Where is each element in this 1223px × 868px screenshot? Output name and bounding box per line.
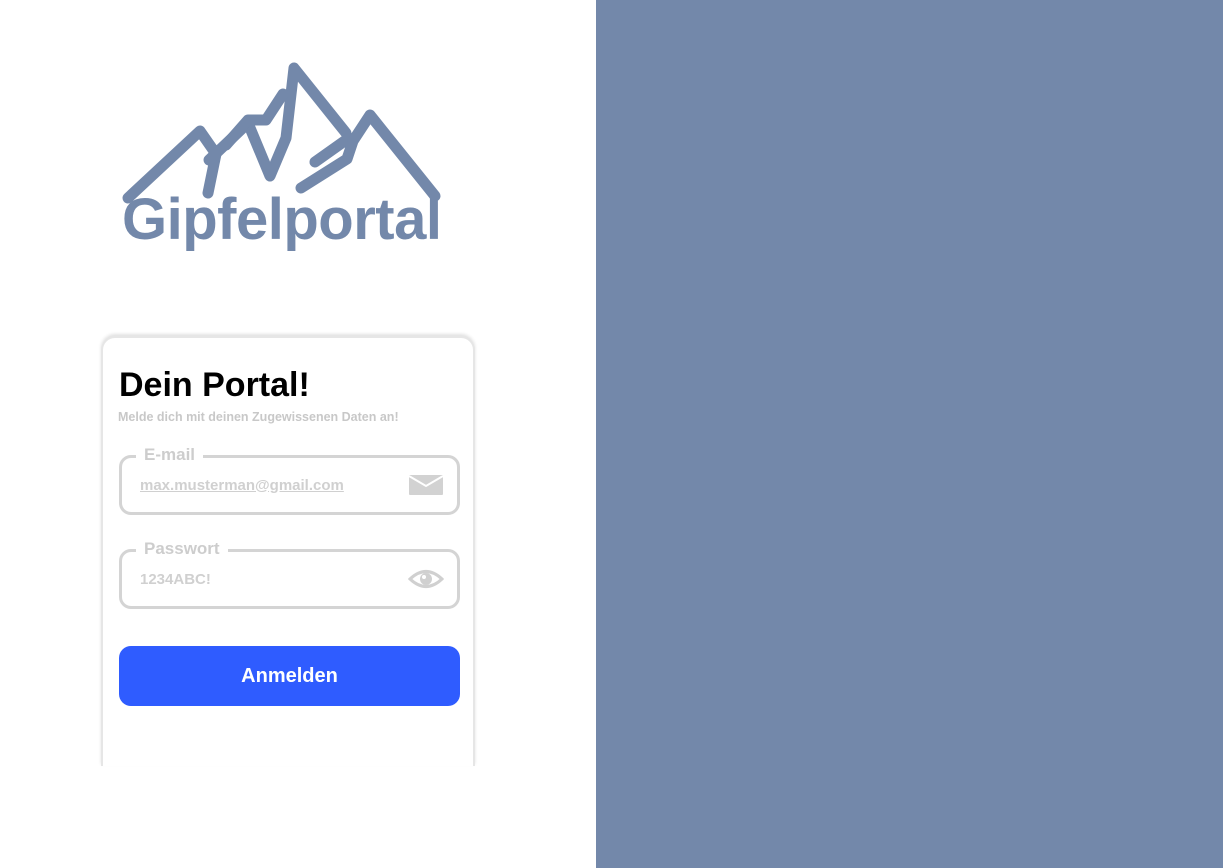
login-pane: Gipfelportal Dein Portal! Melde dich mit… (0, 0, 596, 868)
password-label: Passwort (136, 539, 228, 559)
login-button[interactable]: Anmelden (119, 646, 460, 706)
eye-icon[interactable] (408, 567, 444, 591)
login-subtitle: Melde dich mit deinen Zugewissenen Daten… (118, 410, 399, 424)
side-panel (596, 0, 1223, 868)
password-field: Passwort (119, 539, 460, 609)
email-label: E-mail (136, 445, 204, 465)
brand-name: Gipfelportal (122, 187, 442, 252)
email-input[interactable] (140, 472, 390, 498)
brand-logo: Gipfelportal (118, 58, 448, 258)
password-input[interactable] (140, 566, 390, 592)
login-title: Dein Portal! (119, 366, 310, 404)
login-card: Dein Portal! Melde dich mit deinen Zugew… (101, 336, 475, 766)
envelope-icon (408, 475, 444, 495)
email-field: E-mail (119, 445, 460, 515)
mountain-logo-icon (122, 62, 441, 204)
